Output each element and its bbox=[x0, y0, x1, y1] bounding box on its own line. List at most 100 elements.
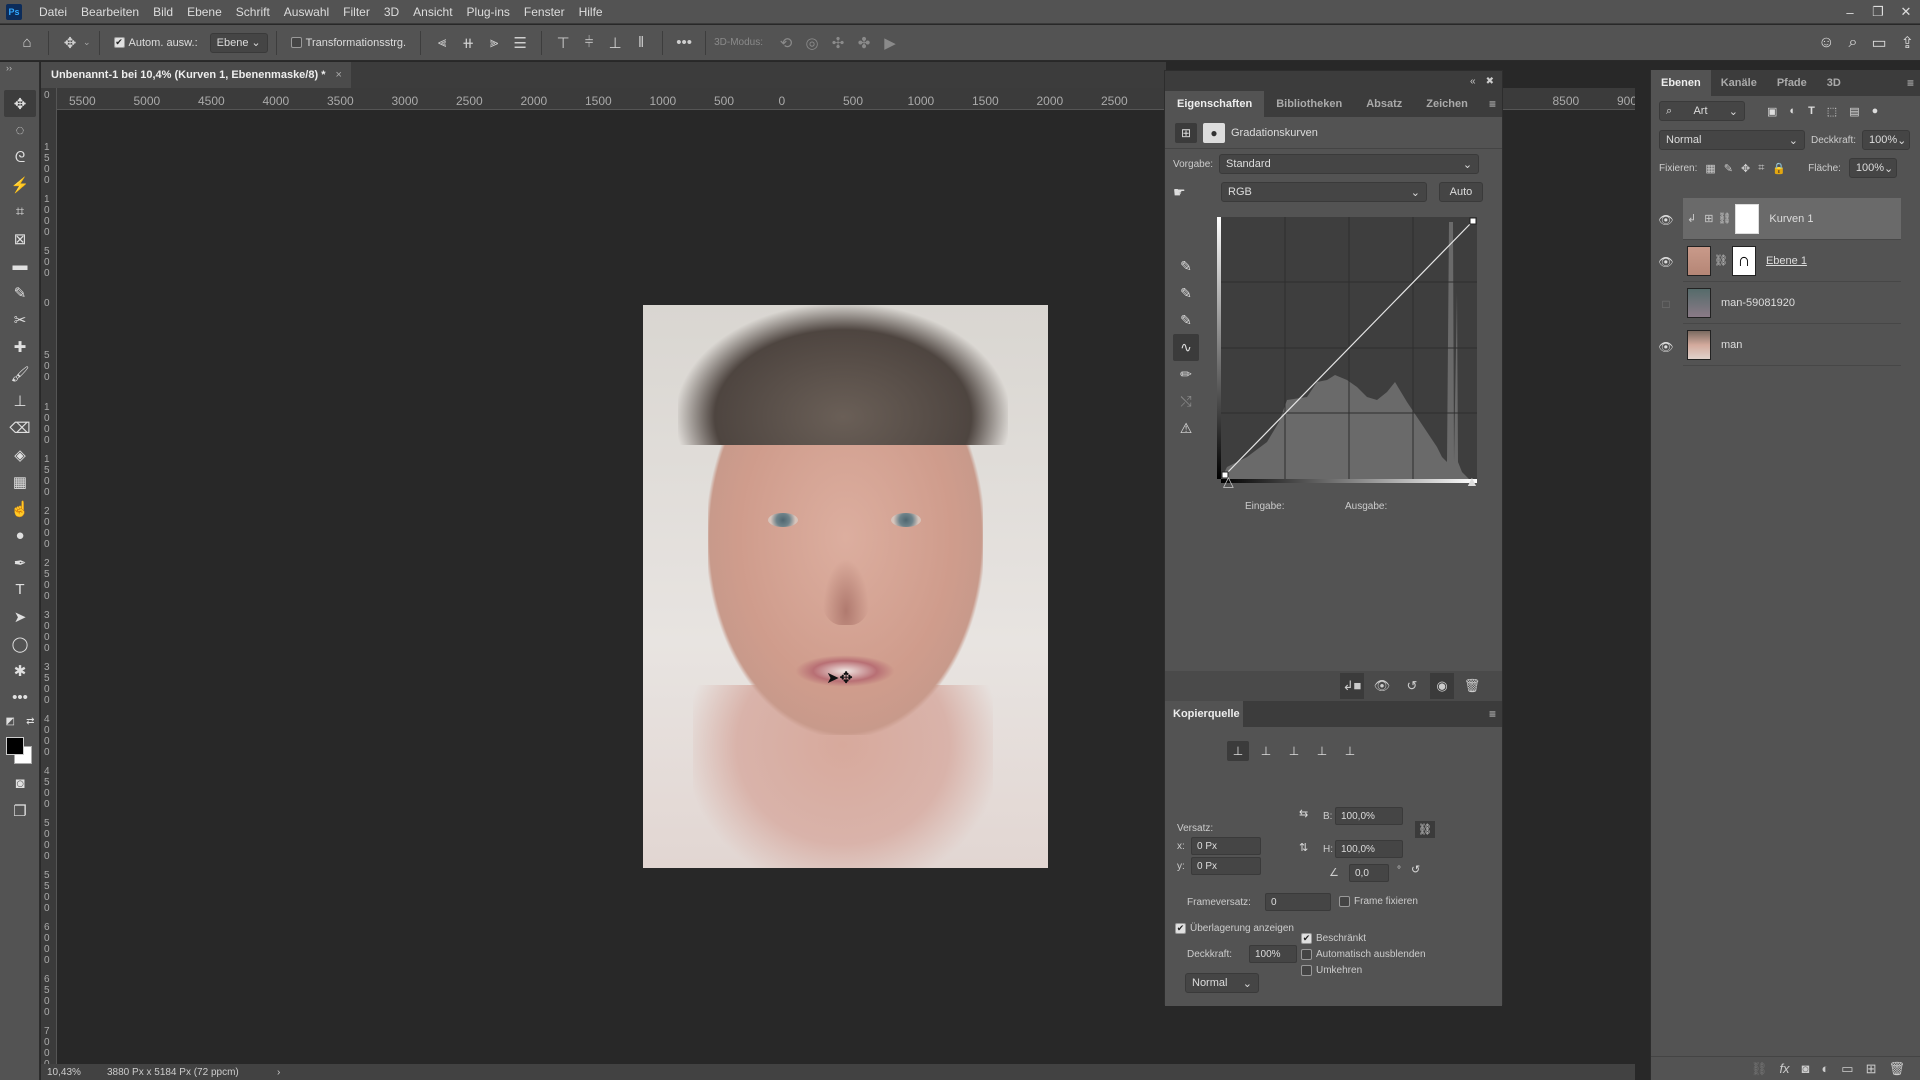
clipping-warning-icon[interactable]: ⚠ bbox=[1173, 415, 1199, 442]
angle-input[interactable]: 0,0 bbox=[1349, 864, 1389, 882]
layer-mask-thumbnail[interactable] bbox=[1735, 203, 1760, 234]
expand-toolbar-icon[interactable]: ›› bbox=[0, 62, 39, 76]
align-left-icon[interactable]: ⫷ bbox=[429, 34, 455, 51]
reset-adjustment-icon[interactable]: ↺ bbox=[1400, 673, 1424, 699]
eraser-tool[interactable]: ⌫ bbox=[0, 414, 40, 441]
tab-kanaele[interactable]: Kanäle bbox=[1711, 70, 1767, 96]
height-scale-input[interactable]: 100,0% bbox=[1335, 840, 1403, 858]
lock-all-icon[interactable]: 🔒 bbox=[1772, 162, 1786, 175]
tab-ebenen[interactable]: Ebenen bbox=[1651, 70, 1711, 96]
delete-adjustment-icon[interactable]: 🗑 bbox=[1460, 673, 1484, 699]
panel-menu-icon[interactable]: ≡ bbox=[1907, 76, 1914, 90]
visibility-eye-icon[interactable]: 👁 bbox=[1658, 255, 1674, 269]
menu-bearbeiten[interactable]: Bearbeiten bbox=[74, 5, 146, 19]
menu-schrift[interactable]: Schrift bbox=[229, 5, 277, 19]
restore-button[interactable]: ❐ bbox=[1864, 0, 1892, 24]
pencil-draw-icon[interactable]: ✏ bbox=[1173, 361, 1199, 388]
clone-source-2-icon[interactable]: ⊥ bbox=[1255, 741, 1277, 761]
menu-auswahl[interactable]: Auswahl bbox=[277, 5, 336, 19]
align-right-icon[interactable]: ⫸ bbox=[481, 34, 507, 51]
layer-style-fx-icon[interactable]: fx bbox=[1779, 1061, 1789, 1076]
flip-vertical-icon[interactable]: ⇅ bbox=[1299, 841, 1308, 854]
more-tools-icon[interactable]: ••• bbox=[0, 684, 40, 711]
path-selection-tool[interactable]: ➤ bbox=[0, 603, 40, 630]
auto-select-checkbox[interactable]: ✔ Autom. ausw.: bbox=[113, 37, 198, 49]
ruler-tool[interactable]: ▬ bbox=[0, 252, 40, 279]
clone-source-3-icon[interactable]: ⊥ bbox=[1283, 741, 1305, 761]
close-panel-icon[interactable]: ✖ bbox=[1486, 76, 1494, 87]
channel-dropdown[interactable]: RGB ⌄ bbox=[1221, 182, 1427, 202]
white-point-eyedropper-icon[interactable]: ✎ bbox=[1173, 307, 1199, 334]
new-adjustment-layer-icon[interactable]: ◐ bbox=[1821, 1061, 1829, 1076]
align-vcenter-icon[interactable]: ⫩ bbox=[576, 34, 602, 51]
lock-frame-checkbox[interactable]: Frame fixieren bbox=[1339, 896, 1418, 907]
quick-mask-icon[interactable]: ◙ bbox=[0, 770, 40, 797]
clone-source-5-icon[interactable]: ⊥ bbox=[1339, 741, 1361, 761]
align-hcenter-icon[interactable]: ⧺ bbox=[455, 34, 481, 52]
status-menu-arrow[interactable]: › bbox=[277, 1067, 280, 1078]
layer-thumbnail[interactable] bbox=[1687, 245, 1711, 276]
toggle-visibility-icon[interactable]: ◉ bbox=[1430, 673, 1454, 699]
clone-source-1-icon[interactable]: ⊥ bbox=[1227, 741, 1249, 761]
more-options-button[interactable]: ••• bbox=[671, 34, 697, 51]
tab-pfade[interactable]: Pfade bbox=[1767, 70, 1817, 96]
auto-select-target-dropdown[interactable]: Ebene ⌄ bbox=[209, 32, 268, 53]
clip-to-layer-icon[interactable]: ↲■ bbox=[1340, 673, 1364, 699]
chevron-down-icon[interactable]: ⌄ bbox=[83, 37, 91, 48]
document-tab[interactable]: Unbenannt-1 bei 10,4% (Kurven 1, Ebenenm… bbox=[41, 62, 351, 88]
pen-tool[interactable]: ✒ bbox=[0, 549, 40, 576]
black-point-eyedropper-icon[interactable]: ✎ bbox=[1173, 253, 1199, 280]
layer-row-man[interactable]: man bbox=[1683, 324, 1901, 366]
visibility-off-box[interactable]: □ bbox=[1658, 297, 1674, 311]
custom-shape-tool[interactable]: ✱ bbox=[0, 657, 40, 684]
minimize-button[interactable]: – bbox=[1836, 0, 1864, 24]
panel-menu-icon[interactable]: ≡ bbox=[1489, 707, 1496, 721]
reset-transform-icon[interactable]: ↺ bbox=[1411, 863, 1420, 876]
magic-wand-tool[interactable]: ⚡ bbox=[0, 171, 40, 198]
invert-checkbox[interactable]: Umkehren bbox=[1301, 965, 1362, 976]
eyedropper-tool[interactable]: ✎ bbox=[0, 279, 40, 306]
default-colors-icon[interactable]: ◩ bbox=[6, 716, 15, 727]
menu-datei[interactable]: Datei bbox=[32, 5, 74, 19]
type-tool[interactable]: T bbox=[0, 576, 40, 603]
tab-eigenschaften[interactable]: Eigenschaften bbox=[1165, 91, 1265, 117]
mask-link-icon[interactable]: ⛓ bbox=[1717, 212, 1731, 225]
menu-hilfe[interactable]: Hilfe bbox=[572, 5, 610, 19]
tab-bibliotheken[interactable]: Bibliotheken bbox=[1264, 91, 1354, 117]
layer-thumbnail[interactable] bbox=[1687, 287, 1711, 318]
screen-mode-icon[interactable]: ❐ bbox=[0, 797, 40, 824]
targeted-adjustment-icon[interactable]: ☛ bbox=[1173, 184, 1203, 201]
transform-controls-checkbox[interactable]: Transformationsstrg. bbox=[290, 37, 406, 49]
curve-edit-points-icon[interactable]: ∿ bbox=[1173, 334, 1199, 361]
color-swap-controls[interactable]: ◩ ⇄ bbox=[0, 711, 40, 731]
layer-mask-icon[interactable]: ● bbox=[1203, 122, 1225, 143]
visibility-eye-icon[interactable]: 👁 bbox=[1658, 213, 1674, 227]
move-tool-icon[interactable]: ✥ bbox=[57, 34, 83, 52]
new-layer-icon[interactable]: ⊞ bbox=[1866, 1061, 1877, 1077]
mask-link-icon[interactable]: ⛓ bbox=[1714, 254, 1728, 267]
smudge-tool[interactable]: ☝ bbox=[0, 495, 40, 522]
tab-absatz[interactable]: Absatz bbox=[1354, 91, 1414, 117]
lock-transparent-icon[interactable]: ▦ bbox=[1705, 162, 1715, 175]
home-icon[interactable]: ⌂ bbox=[14, 34, 40, 51]
ellipse-tool[interactable]: ◯ bbox=[0, 630, 40, 657]
gray-point-eyedropper-icon[interactable]: ✎ bbox=[1173, 280, 1199, 307]
menu-3d[interactable]: 3D bbox=[377, 5, 406, 19]
zoom-level[interactable]: 10,43% bbox=[41, 1067, 97, 1078]
menu-ebene[interactable]: Ebene bbox=[180, 5, 229, 19]
close-window-button[interactable]: ✕ bbox=[1892, 0, 1920, 24]
blend-mode-dropdown[interactable]: Normal ⌄ bbox=[1659, 130, 1805, 150]
panel-menu-icon[interactable]: ≡ bbox=[1489, 97, 1496, 111]
curves-graph[interactable] bbox=[1217, 217, 1477, 485]
lock-position-icon[interactable]: ✥ bbox=[1741, 162, 1750, 175]
search-icon[interactable]: ⌕ bbox=[1849, 34, 1858, 52]
black-slider-handle[interactable]: △ bbox=[1223, 473, 1234, 490]
gradient-tool[interactable]: ▦ bbox=[0, 468, 40, 495]
invite-user-icon[interactable]: ☺ bbox=[1818, 34, 1834, 52]
curves-adjustment-icon[interactable]: ⊞ bbox=[1175, 122, 1197, 143]
visibility-eye-icon[interactable]: 👁 bbox=[1658, 340, 1674, 354]
preset-dropdown[interactable]: Standard ⌄ bbox=[1219, 154, 1480, 174]
fill-input[interactable]: 100% ⌄ bbox=[1848, 158, 1897, 178]
tab-zeichen[interactable]: Zeichen bbox=[1414, 91, 1480, 117]
offset-x-input[interactable]: 0 Px bbox=[1191, 837, 1261, 855]
